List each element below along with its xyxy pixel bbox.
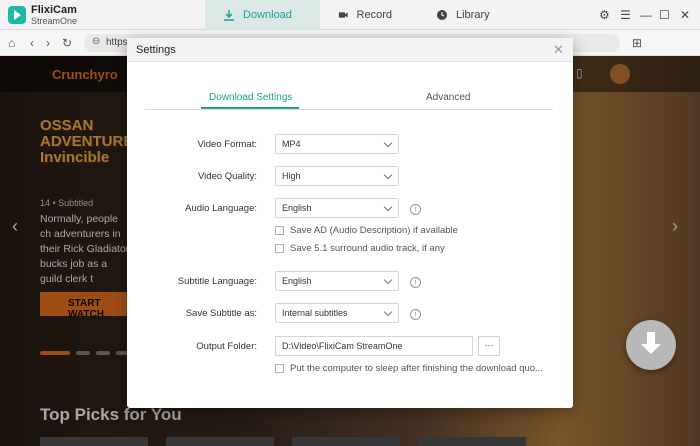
save-51-label: Save 5.1 surround audio track, if any	[290, 243, 445, 254]
forward-icon[interactable]: ›	[46, 36, 50, 50]
lock-icon: ⊖	[92, 36, 101, 47]
close-window-button[interactable]: ✕	[680, 8, 690, 22]
settings-gear-icon[interactable]: ⚙	[599, 8, 610, 22]
chevron-down-icon	[383, 202, 393, 212]
tab-library[interactable]: Library	[418, 0, 518, 30]
save-51-option[interactable]: Save 5.1 surround audio track, if any	[275, 243, 445, 254]
save-subtitle-select[interactable]: Internal subtitles	[275, 303, 399, 323]
download-queue-button[interactable]	[626, 320, 676, 370]
home-icon[interactable]: ⌂	[8, 36, 15, 50]
audio-language-select[interactable]: English	[275, 198, 399, 218]
app-logo-icon	[8, 6, 26, 24]
close-icon[interactable]: ✕	[553, 42, 564, 58]
chevron-down-icon	[383, 138, 393, 148]
info-icon[interactable]: i	[410, 204, 421, 215]
browse-label: ···	[484, 340, 494, 350]
video-format-label: Video Format:	[197, 139, 258, 150]
tab-download[interactable]: Download	[205, 0, 320, 30]
tab-record[interactable]: Record	[320, 0, 410, 30]
chevron-down-icon	[383, 170, 393, 180]
audio-language-label: Audio Language:	[185, 203, 257, 214]
tab-library-label: Library	[456, 9, 490, 21]
dialog-title: Settings	[136, 44, 176, 56]
save-ad-option[interactable]: Save AD (Audio Description) if available	[275, 225, 458, 236]
browse-folder-button[interactable]: ···	[478, 336, 500, 356]
tab-record-label: Record	[356, 9, 392, 21]
save-subtitle-value: Internal subtitles	[282, 308, 348, 318]
subtitle-language-label: Subtitle Language:	[177, 276, 257, 287]
video-quality-select[interactable]: High	[275, 166, 399, 186]
save-ad-label: Save AD (Audio Description) if available	[290, 225, 458, 236]
sleep-checkbox[interactable]	[275, 364, 284, 373]
save-51-checkbox[interactable]	[275, 244, 284, 253]
output-folder-label: Output Folder:	[196, 341, 257, 352]
video-format-select[interactable]: MP4	[275, 134, 399, 154]
output-folder-input[interactable]: D:\Video\FlixiCam StreamOne	[275, 336, 473, 356]
info-icon[interactable]: i	[410, 277, 421, 288]
audio-language-value: English	[282, 203, 312, 213]
download-icon	[224, 10, 234, 21]
sleep-label: Put the computer to sleep after finishin…	[290, 363, 543, 374]
record-icon	[338, 12, 348, 18]
chevron-down-icon	[383, 307, 393, 317]
info-icon[interactable]: i	[410, 309, 421, 320]
tab-download-label: Download	[243, 9, 292, 21]
menu-icon[interactable]: ☰	[620, 8, 631, 22]
url-text: https	[106, 37, 128, 48]
settings-dialog: Settings ✕ Download Settings Advanced Vi…	[127, 38, 573, 408]
sleep-option[interactable]: Put the computer to sleep after finishin…	[275, 363, 543, 374]
tab-divider	[145, 109, 553, 110]
video-quality-value: High	[282, 171, 301, 181]
tab-advanced[interactable]: Advanced	[426, 92, 470, 103]
active-tab-indicator	[201, 107, 299, 109]
chevron-down-icon	[383, 275, 393, 285]
dialog-header	[127, 38, 573, 62]
refresh-icon[interactable]: ↻	[62, 36, 72, 50]
library-icon	[437, 10, 447, 20]
output-folder-value: D:\Video\FlixiCam StreamOne	[282, 341, 403, 351]
save-subtitle-label: Save Subtitle as:	[185, 308, 257, 319]
subtitle-language-value: English	[282, 276, 312, 286]
subtitle-language-select[interactable]: English	[275, 271, 399, 291]
app-subtitle: StreamOne	[31, 16, 78, 26]
extensions-icon[interactable]: ⊞	[632, 36, 642, 50]
title-bar: FlixiCam StreamOne Download Record Libra…	[0, 0, 700, 30]
app-name: FlixiCam	[31, 4, 77, 16]
video-format-value: MP4	[282, 139, 301, 149]
tab-download-settings[interactable]: Download Settings	[209, 92, 292, 103]
minimize-button[interactable]: —	[640, 8, 652, 22]
save-ad-checkbox[interactable]	[275, 226, 284, 235]
video-quality-label: Video Quality:	[198, 171, 257, 182]
back-icon[interactable]: ‹	[30, 36, 34, 50]
maximize-button[interactable]: ☐	[659, 8, 670, 22]
